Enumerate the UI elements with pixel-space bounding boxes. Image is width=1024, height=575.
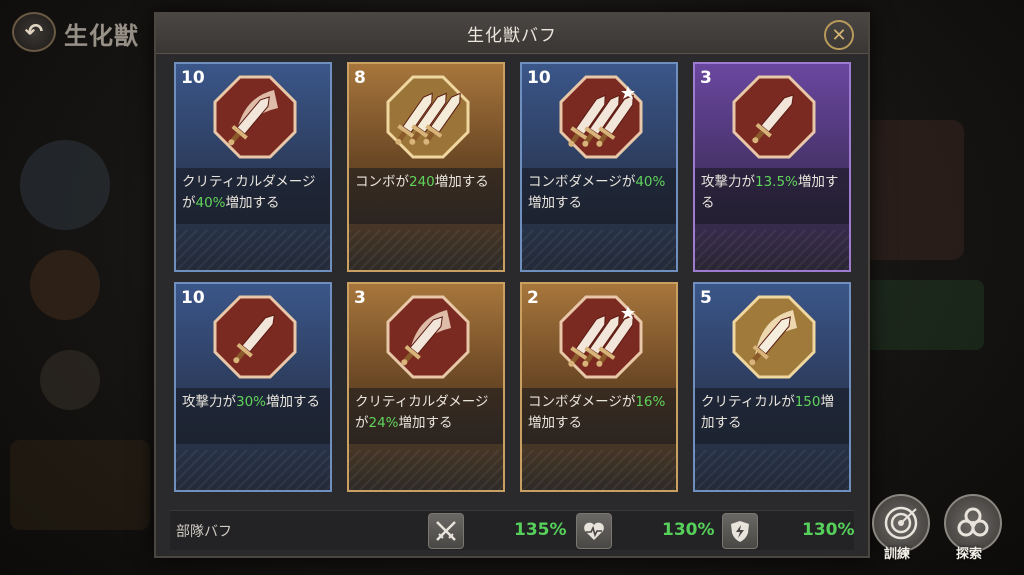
buff-level: 5: [700, 288, 712, 308]
buff-description: コンボが240増加する: [349, 168, 503, 224]
buff-text: コンボダメージが: [528, 394, 636, 410]
buff-text: 増加する: [528, 415, 582, 431]
buff-level: 2: [527, 288, 539, 308]
biohazard-icon: [957, 507, 989, 537]
buff-level: 10: [527, 68, 551, 88]
buff-card: 10 コンボダメージが40% 増加する: [520, 62, 678, 272]
background-decoration: [10, 440, 150, 530]
close-button[interactable]: ✕: [824, 20, 854, 50]
buff-card: 10 クリティカルダメージが40%増加する: [174, 62, 332, 272]
buff-text: 増加する: [398, 415, 453, 431]
buff-description: クリティカルダメージが40%増加する: [176, 168, 330, 224]
shield-bolt-icon: [722, 513, 758, 549]
buff-description: 攻撃力が30%増加する: [176, 388, 330, 444]
health-bonus-value: 130%: [662, 520, 715, 540]
buff-level: 3: [700, 68, 712, 88]
buff-value: 24%: [368, 415, 399, 431]
buff-value: 240: [409, 174, 435, 190]
buff-level: 8: [354, 68, 366, 88]
buff-description: コンボダメージが40% 増加する: [522, 168, 676, 224]
critical-icon: [731, 294, 817, 380]
buff-card: 5 クリティカルが150増加する: [693, 282, 851, 492]
attack-bonus-value: 135%: [514, 520, 567, 540]
dialog-title: 生化獣バフ: [467, 26, 557, 46]
buff-value: 13.5%: [755, 174, 798, 190]
buff-level: 3: [354, 288, 366, 308]
background-decoration: [40, 350, 100, 410]
crit-damage-icon: [212, 74, 298, 160]
buff-card: 3 攻撃力が13.5%増加する: [693, 62, 851, 272]
dialog-header: 生化獣バフ ✕: [156, 14, 868, 54]
explore-label: 探索: [956, 547, 983, 562]
background-screen-title: 生化獣: [64, 22, 139, 50]
buff-text: 増加する: [266, 394, 321, 410]
buff-description: クリティカルが150増加する: [695, 388, 849, 444]
attack-icon: [731, 74, 817, 160]
combo-icon: [385, 74, 471, 160]
buff-text: 増加する: [225, 195, 280, 211]
crit-damage-icon: [385, 294, 471, 380]
buff-text: コンボが: [355, 174, 409, 190]
crossed-swords-icon: [428, 513, 464, 549]
team-buff-label: 部隊バフ: [176, 524, 232, 540]
buff-text: 増加する: [528, 195, 582, 211]
back-button[interactable]: ↶: [12, 12, 56, 52]
buff-card: 2 コンボダメージが16% 増加する: [520, 282, 678, 492]
buff-text: クリティカルが: [701, 394, 795, 410]
team-buff-bar: 部隊バフ 135% 130% 130%: [170, 510, 855, 550]
target-icon: [884, 506, 918, 540]
training-label: 訓練: [884, 547, 911, 562]
background-decoration: [854, 120, 964, 260]
buff-value: 16%: [635, 394, 666, 410]
buff-card: 8 コンボが240増加する: [347, 62, 505, 272]
background-decoration: [20, 140, 110, 230]
buff-text: 攻撃力が: [182, 394, 236, 410]
back-arrow-icon: ↶: [24, 19, 44, 45]
buff-level: 10: [181, 288, 205, 308]
background-decoration: [864, 280, 984, 350]
buff-value: 150: [794, 394, 821, 410]
combo-damage-icon: [558, 294, 644, 380]
buff-value: 40%: [195, 195, 226, 211]
buff-value: 40%: [635, 174, 666, 190]
buff-description: コンボダメージが16% 増加する: [522, 388, 676, 444]
attack-icon: [212, 294, 298, 380]
buff-card: 3 クリティカルダメージが24%増加する: [347, 282, 505, 492]
close-x-icon: ✕: [831, 24, 847, 46]
defense-bonus-value: 130%: [802, 520, 855, 540]
heart-plus-icon: [576, 513, 612, 549]
buff-card: 10 攻撃力が30%増加する: [174, 282, 332, 492]
buff-dialog: 生化獣バフ ✕ 10 クリティカルダメージが40%増加する 8 コンボが240増…: [154, 12, 870, 558]
buff-value: 30%: [236, 394, 267, 410]
buff-text: コンボダメージが: [528, 174, 636, 190]
buff-description: クリティカルダメージが24%増加する: [349, 388, 503, 444]
buff-text: 攻撃力が: [701, 174, 755, 190]
background-decoration: [30, 250, 100, 320]
buff-level: 10: [181, 68, 205, 88]
combo-damage-icon: [558, 74, 644, 160]
buff-text: 増加する: [434, 174, 489, 190]
buff-description: 攻撃力が13.5%増加する: [695, 168, 849, 224]
